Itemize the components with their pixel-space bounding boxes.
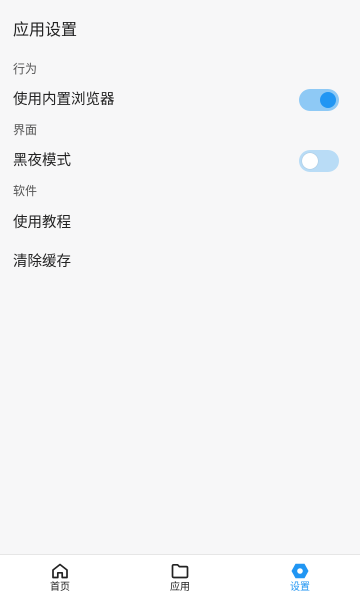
setting-row-tutorial[interactable]: 使用教程 [0, 205, 360, 241]
nav-item-apps[interactable]: 应用 [120, 555, 240, 600]
setting-row-clear-cache[interactable]: 清除缓存 [0, 244, 360, 280]
setting-row-dark-mode[interactable]: 黑夜模式 [0, 143, 360, 179]
builtin-browser-toggle[interactable] [299, 89, 339, 111]
page-title: 应用设置 [13, 20, 78, 39]
nav-label-settings: 设置 [290, 582, 310, 593]
section-header-interface: 界面 [13, 123, 38, 137]
nav-item-settings[interactable]: 设置 [240, 555, 360, 600]
home-icon [52, 563, 68, 579]
folder-icon [171, 563, 189, 579]
setting-label-builtin-browser: 使用内置浏览器 [13, 92, 115, 108]
settings-icon [291, 563, 309, 579]
section-header-behavior: 行为 [13, 62, 38, 76]
toggle-thumb [320, 92, 336, 108]
setting-row-builtin-browser[interactable]: 使用内置浏览器 [0, 82, 360, 118]
dark-mode-toggle[interactable] [299, 150, 339, 172]
bottom-nav: 首页 应用 设置 [0, 554, 360, 600]
settings-screen: 应用设置 行为 使用内置浏览器 界面 黑夜模式 软件 使用教程 清除缓存 首页 [0, 0, 360, 600]
nav-label-apps: 应用 [170, 582, 190, 593]
toggle-thumb [302, 153, 318, 169]
setting-label-tutorial: 使用教程 [13, 215, 71, 231]
setting-label-dark-mode: 黑夜模式 [13, 153, 71, 169]
setting-label-clear-cache: 清除缓存 [13, 254, 71, 270]
section-header-software: 软件 [13, 184, 38, 198]
nav-label-home: 首页 [50, 582, 70, 593]
nav-item-home[interactable]: 首页 [0, 555, 120, 600]
